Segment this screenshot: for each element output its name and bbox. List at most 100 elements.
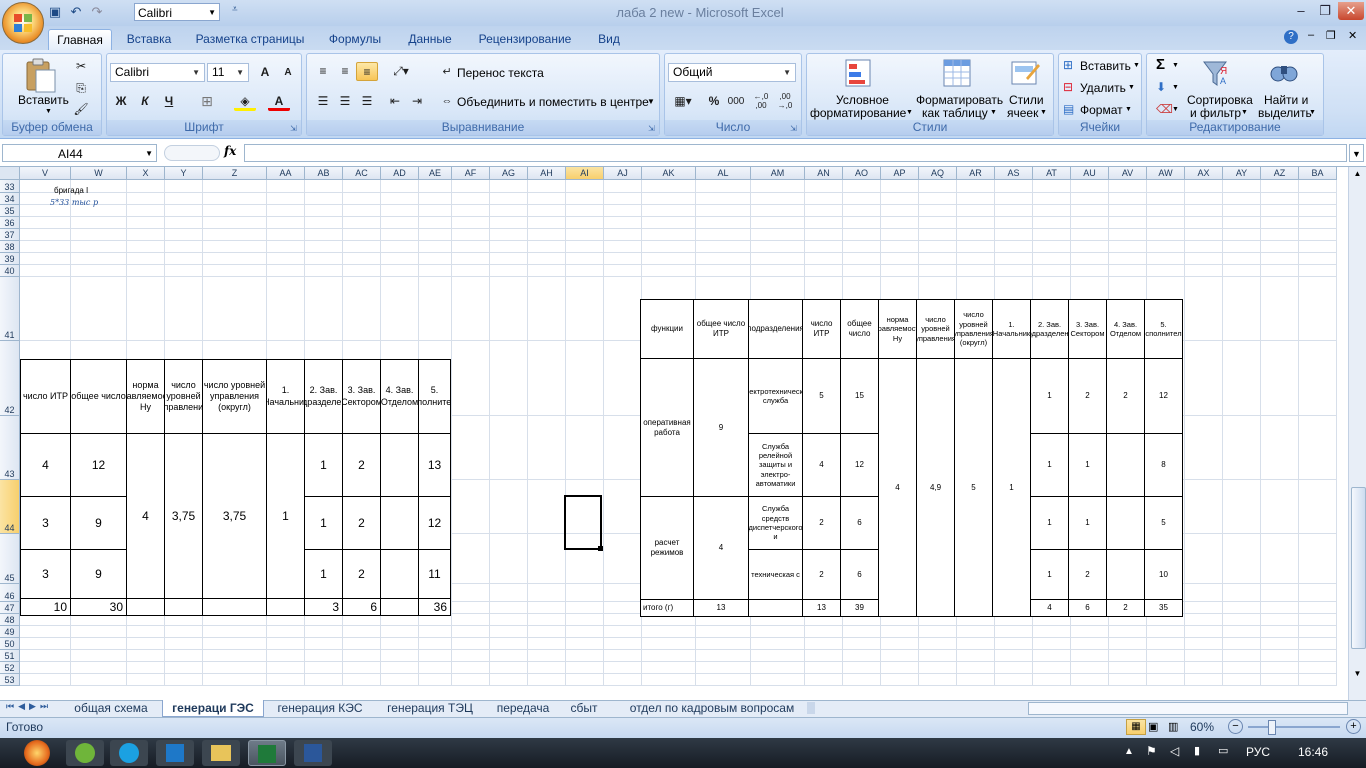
rt-header-itr[interactable]: число ИТР: [802, 299, 841, 359]
lt-cell[interactable]: [380, 433, 419, 497]
lt-merged-norm[interactable]: 4: [126, 433, 165, 599]
worksheet-grid[interactable]: V W X Y Z AA AB AC AD AE AF AG AH AI AJ AK AL AM AN AO AP AQ A…: [0, 167, 1348, 700]
grow-font-button[interactable]: A: [254, 63, 276, 82]
lt-cell[interactable]: 3: [20, 549, 71, 599]
format-as-table-icon[interactable]: [942, 58, 974, 90]
rt-cell-z5[interactable]: 8: [1144, 433, 1183, 497]
row-header[interactable]: 35: [0, 205, 20, 217]
paste-icon[interactable]: [24, 58, 58, 94]
tray-volume-icon[interactable]: ◁: [1170, 744, 1179, 758]
zoom-slider[interactable]: [1248, 726, 1340, 728]
column-header[interactable]: W: [71, 167, 127, 180]
rt-cell-dept[interactable]: Служба средств диспетчерского и: [748, 496, 803, 550]
format-as-table-label-1[interactable]: Форматировать: [916, 93, 1003, 107]
copy-icon[interactable]: ⎘: [70, 79, 92, 98]
lt-cell[interactable]: 1: [304, 433, 343, 497]
rt-total[interactable]: 4: [1030, 599, 1069, 617]
font-size-combo[interactable]: 11 ▼: [207, 63, 249, 82]
underline-button[interactable]: Ч: [158, 92, 180, 111]
scroll-down-icon[interactable]: ▼: [1351, 669, 1364, 681]
tray-language[interactable]: РУС: [1246, 745, 1270, 759]
lt-cell[interactable]: 12: [70, 433, 127, 497]
column-header[interactable]: AF: [452, 167, 490, 180]
format-cells-button[interactable]: Формат: [1080, 103, 1123, 117]
row-header[interactable]: 48: [0, 614, 20, 626]
rt-cell-total[interactable]: 6: [840, 549, 879, 600]
thousands-button[interactable]: 000: [725, 92, 747, 111]
lt-total[interactable]: [202, 598, 267, 616]
currency-icon[interactable]: ▦▾: [668, 92, 698, 111]
find-select-label-2[interactable]: выделить: [1258, 106, 1312, 120]
column-header[interactable]: AN: [805, 167, 843, 180]
rt-total[interactable]: 13: [693, 599, 749, 617]
vertical-scrollbar[interactable]: ▲ ▼: [1348, 167, 1366, 700]
rt-merged-levels[interactable]: 4,9: [916, 358, 955, 617]
lt-total[interactable]: 10: [20, 598, 71, 616]
lt-header-chief[interactable]: 1. Начальник: [266, 359, 305, 434]
start-button-icon[interactable]: [24, 740, 50, 766]
row-header[interactable]: 49: [0, 626, 20, 638]
rt-header-total[interactable]: общее число: [840, 299, 879, 359]
column-header[interactable]: AG: [490, 167, 528, 180]
cell-styles-label-1[interactable]: Стили: [1009, 93, 1044, 107]
chevron-down-icon[interactable]: ▼: [906, 109, 913, 116]
conditional-formatting-icon[interactable]: [844, 58, 876, 90]
lt-cell[interactable]: [380, 549, 419, 599]
sheet-tab-kadry[interactable]: отдел по кадровым вопросам: [620, 700, 804, 716]
expand-formula-bar-icon[interactable]: ▼: [1349, 144, 1364, 162]
rt-header-levels-round[interactable]: число уровней управления (округл): [954, 299, 993, 359]
lt-total[interactable]: [126, 598, 165, 616]
save-icon[interactable]: ▣: [46, 3, 64, 21]
dialog-launcher-icon[interactable]: ⇲: [290, 124, 297, 133]
wrap-text-button[interactable]: Перенос текста: [457, 66, 544, 80]
column-header[interactable]: AW: [1147, 167, 1185, 180]
lt-header-levels-round[interactable]: число уровней управления (округл): [202, 359, 267, 434]
lt-cell[interactable]: 2: [342, 496, 381, 550]
percent-button[interactable]: %: [703, 92, 725, 111]
lt-cell[interactable]: 12: [418, 496, 451, 550]
tray-clock[interactable]: 16:46: [1298, 745, 1328, 759]
rt-function-1[interactable]: оперативная работа: [640, 358, 694, 497]
row-header[interactable]: 45: [0, 534, 20, 584]
column-header[interactable]: AD: [381, 167, 419, 180]
lt-cell[interactable]: 1: [304, 496, 343, 550]
column-header[interactable]: AU: [1071, 167, 1109, 180]
sort-filter-icon[interactable]: ЯА: [1200, 58, 1232, 90]
insert-sheet-icon[interactable]: [807, 702, 815, 714]
rt-cell-z5[interactable]: 10: [1144, 549, 1183, 600]
rt-header-dept[interactable]: подразделения: [748, 299, 803, 359]
lt-cell[interactable]: 2: [342, 433, 381, 497]
rt-cell-z3[interactable]: 2: [1068, 549, 1107, 600]
paste-button-label[interactable]: Вставить: [18, 93, 69, 107]
increase-decimal-button[interactable]: ←,0 ,00: [750, 92, 772, 111]
lt-header-executors[interactable]: 5. исполнители: [418, 359, 451, 434]
tray-network-icon[interactable]: ▮: [1194, 744, 1200, 757]
lt-cell[interactable]: [380, 496, 419, 550]
rt-cell-z4[interactable]: [1106, 433, 1145, 497]
borders-icon[interactable]: ⊞: [196, 92, 218, 111]
shrink-font-button[interactable]: A: [277, 63, 299, 82]
ribbon-minimize-icon[interactable]: –: [1308, 29, 1314, 41]
chevron-down-icon[interactable]: ▼: [1172, 106, 1179, 113]
rt-header-chief[interactable]: 1. Начальник: [992, 299, 1031, 359]
fill-color-icon[interactable]: ◈: [234, 92, 256, 111]
rt-cell-z5[interactable]: 5: [1144, 496, 1183, 550]
row-header[interactable]: 40: [0, 265, 20, 277]
italic-button[interactable]: К: [134, 92, 156, 111]
row-header[interactable]: 36: [0, 217, 20, 229]
dialog-launcher-icon[interactable]: ⇲: [790, 124, 797, 133]
rt-total[interactable]: [748, 599, 803, 617]
lt-cell[interactable]: 13: [418, 433, 451, 497]
lt-cell[interactable]: 11: [418, 549, 451, 599]
row-header[interactable]: 51: [0, 650, 20, 662]
office-button[interactable]: [2, 2, 44, 44]
row-header[interactable]: 42: [0, 341, 20, 416]
tab-review[interactable]: Рецензирование: [470, 29, 580, 50]
column-header[interactable]: AV: [1109, 167, 1147, 180]
rt-merged-chief[interactable]: 1: [992, 358, 1031, 617]
lt-merged-levels-round[interactable]: 3,75: [202, 433, 267, 599]
align-left-icon[interactable]: ☰: [312, 92, 334, 111]
customize-qat-icon[interactable]: ⩡: [232, 4, 238, 15]
lt-cell[interactable]: 9: [70, 496, 127, 550]
font-name-combo[interactable]: Calibri ▼: [110, 63, 205, 82]
